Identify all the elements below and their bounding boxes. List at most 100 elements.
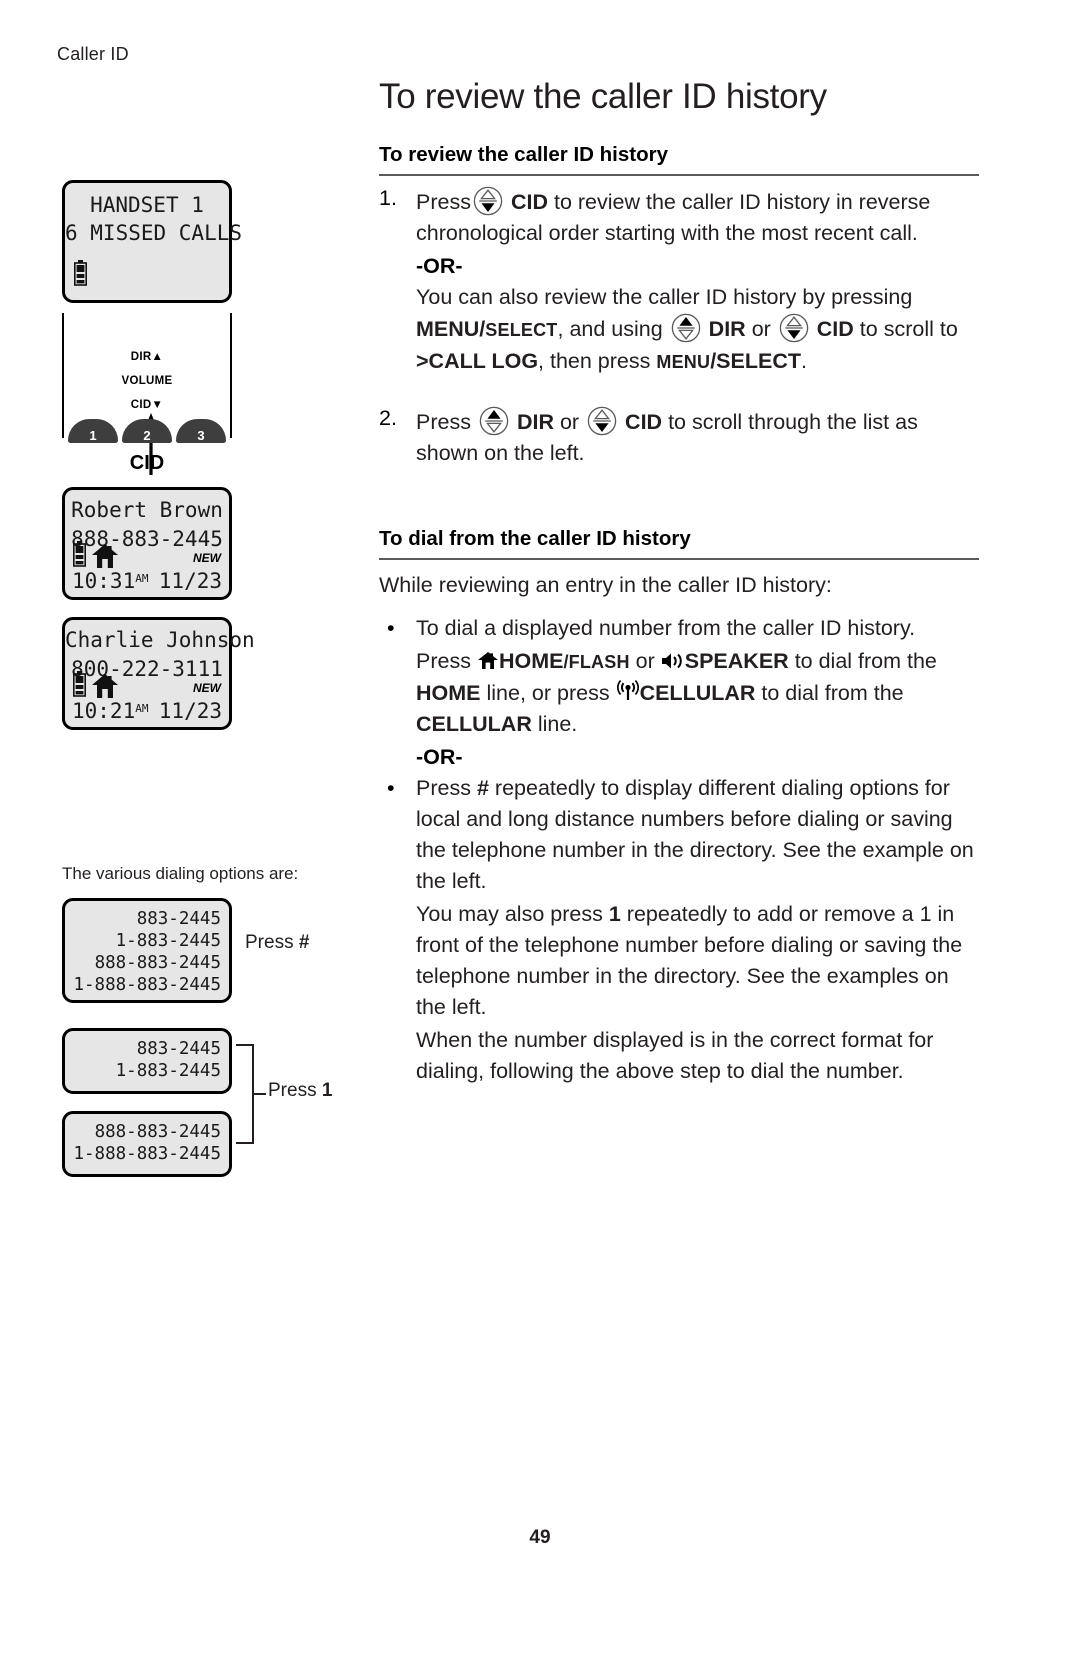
keypad-diagram: DIR▲ VOLUME CID▼ 1 2 3: [62, 313, 232, 475]
battery-icon: [73, 671, 86, 697]
lcd-entry1-time-value: 10:31: [72, 569, 136, 593]
section-heading-review: To review the caller ID history: [379, 143, 979, 176]
step-1-alternate-text: You can also review the caller ID histor…: [416, 282, 979, 378]
alt-menu-label: MENU/: [416, 316, 486, 341]
dial-press-block: Press HOME/FLASH or SPEAKER to dial from…: [379, 646, 979, 773]
final-paragraph: When the number displayed is in the corr…: [416, 1027, 934, 1083]
press-one-lead: You may also press: [416, 901, 603, 926]
house-icon: [91, 673, 119, 699]
lcd-screen-hash-options: 883-2445 1-883-2445 888-883-2445 1-888-8…: [62, 898, 232, 1003]
lcd-entry2-ampm: AM: [135, 702, 149, 715]
lcd-screen-one-options-b: 888-883-2445 1-888-883-2445: [62, 1111, 232, 1177]
lcd-screen-handset: HANDSET 1 6 MISSED CALLS: [62, 180, 242, 303]
dial-bullet-2-text: Press # repeatedly to display different …: [416, 773, 979, 897]
alt-period: .: [800, 348, 807, 373]
keypad-label-dir: DIR▲: [62, 351, 232, 363]
cid-nav-key-icon[interactable]: [779, 313, 809, 343]
alt-mid: , and using: [557, 316, 663, 341]
step-2-number: 2.: [379, 405, 397, 430]
lcd-screen-one-options-a: 883-2445 1-883-2445: [62, 1028, 232, 1094]
lcd-screen-call-entry-2: Charlie Johnson 800-222-3111 NEW 10:21AM…: [62, 617, 255, 730]
house-icon: [477, 651, 499, 670]
lcd-entry2-time-value: 10:21: [72, 699, 136, 723]
press-hash-prefix: Press: [245, 932, 294, 953]
dial-or-word: or: [635, 648, 655, 673]
lcd-entry1-time: 10:31AM: [72, 569, 148, 593]
hash-key-label: #: [476, 775, 489, 800]
alt-scroll-text: to scroll to: [859, 316, 958, 341]
dir-nav-key-icon[interactable]: [671, 313, 701, 343]
press-one-prefix: Press: [268, 1080, 317, 1101]
press-one-key: 1: [321, 1080, 333, 1101]
page-number: 49: [529, 1527, 551, 1548]
dir-nav-key-icon[interactable]: [479, 406, 509, 436]
hash-option-line: 883-2445: [136, 909, 221, 929]
one-option-line: 1-888-883-2445: [73, 1144, 221, 1164]
hash-option-line: 1-888-883-2445: [73, 975, 221, 995]
step-1-cid-label: CID: [510, 189, 548, 214]
or-divider-1: -OR-: [416, 253, 463, 278]
keypad-cid-text: CID: [130, 399, 152, 411]
press-one-brace: Press 1: [236, 1044, 356, 1144]
bullet2-lead: Press: [416, 775, 471, 800]
bullet2-body: repeatedly to display different dialing …: [416, 775, 974, 893]
lcd-entry2-time: 10:21AM: [72, 699, 148, 723]
lcd-entry2-name: Charlie Johnson: [65, 628, 255, 652]
lcd-entry1-new-badge: NEW: [193, 551, 221, 565]
alt-select-label: SELECT: [485, 319, 558, 340]
dial-press-mid2: line, or press: [486, 680, 610, 705]
keypad-key-row: 1 2 3: [62, 419, 232, 445]
keypad-key-2[interactable]: 2: [122, 419, 172, 443]
house-icon: [91, 543, 119, 569]
press-hash-key: #: [298, 932, 310, 953]
call-log-menu-label: >CALL LOG: [416, 348, 539, 373]
keypad-key-1[interactable]: 1: [68, 419, 118, 443]
lcd-entry2-date: 11/23: [158, 699, 222, 723]
cid-nav-key-icon[interactable]: [473, 186, 503, 216]
brace-middle-tick: [252, 1093, 266, 1095]
one-option-line: 1-883-2445: [115, 1061, 221, 1081]
or-divider-2: -OR-: [416, 744, 463, 769]
step-2-lead: Press: [416, 409, 471, 434]
step-1-or-block: -OR- You can also review the caller ID h…: [379, 251, 979, 378]
step-2: 2. Press DIR or CID to scroll through th…: [379, 406, 979, 469]
one-option-line: 883-2445: [136, 1039, 221, 1059]
step-2-cid-label: CID: [625, 409, 663, 434]
step-2-dir-label: DIR: [516, 409, 554, 434]
home-line-label: HOME: [416, 680, 481, 705]
home-button-label: HOME: [498, 648, 564, 673]
dial-press-lead: Press: [416, 648, 471, 673]
battery-icon: [74, 260, 87, 286]
keypad-label-cid: CID▼: [62, 399, 232, 411]
lcd-entry2-new-badge: NEW: [193, 681, 221, 695]
keypad-label-volume: VOLUME: [121, 375, 173, 387]
dialing-options-caption: The various dialing options are:: [62, 864, 299, 883]
press-hash-label: Press #: [245, 932, 309, 954]
hash-option-line: 888-883-2445: [94, 953, 221, 973]
cellular-line-label: CELLULAR: [416, 711, 532, 736]
cellular-antenna-icon: [616, 679, 640, 701]
keypad-key-3[interactable]: 3: [176, 419, 226, 443]
cid-nav-key-icon[interactable]: [587, 406, 617, 436]
lcd-entry1-name: Robert Brown: [71, 498, 223, 522]
step-1-lead: Press: [416, 189, 471, 214]
running-header: Caller ID: [57, 44, 129, 64]
step-1: 1. Press CID to review the caller ID his…: [379, 186, 979, 249]
section-heading-dial: To dial from the caller ID history: [379, 527, 979, 560]
lcd-entry1-number: 888-883-2445: [71, 527, 223, 551]
hash-option-line: 1-883-2445: [115, 931, 221, 951]
dial-bullet-1: • To dial a displayed number from the ca…: [379, 613, 979, 644]
dial-press-end: line.: [537, 711, 578, 736]
cellular-button-label: CELLULAR: [639, 680, 756, 705]
speaker-button-label: SPEAKER: [684, 648, 789, 673]
dial-press-text: Press HOME/FLASH or SPEAKER to dial from…: [416, 646, 979, 740]
dial-press-mid: to dial from the: [794, 648, 937, 673]
alt-dir-label: DIR: [708, 316, 746, 341]
alt-or-word: or: [751, 316, 771, 341]
keypad-dir-text: DIR: [130, 351, 152, 363]
lcd-screen-call-entry-1: Robert Brown 888-883-2445 NEW 10:31AM 11…: [62, 487, 232, 600]
flash-button-label: /FLASH: [563, 651, 630, 672]
dial-bullet-1-text: To dial a displayed number from the call…: [416, 615, 916, 640]
